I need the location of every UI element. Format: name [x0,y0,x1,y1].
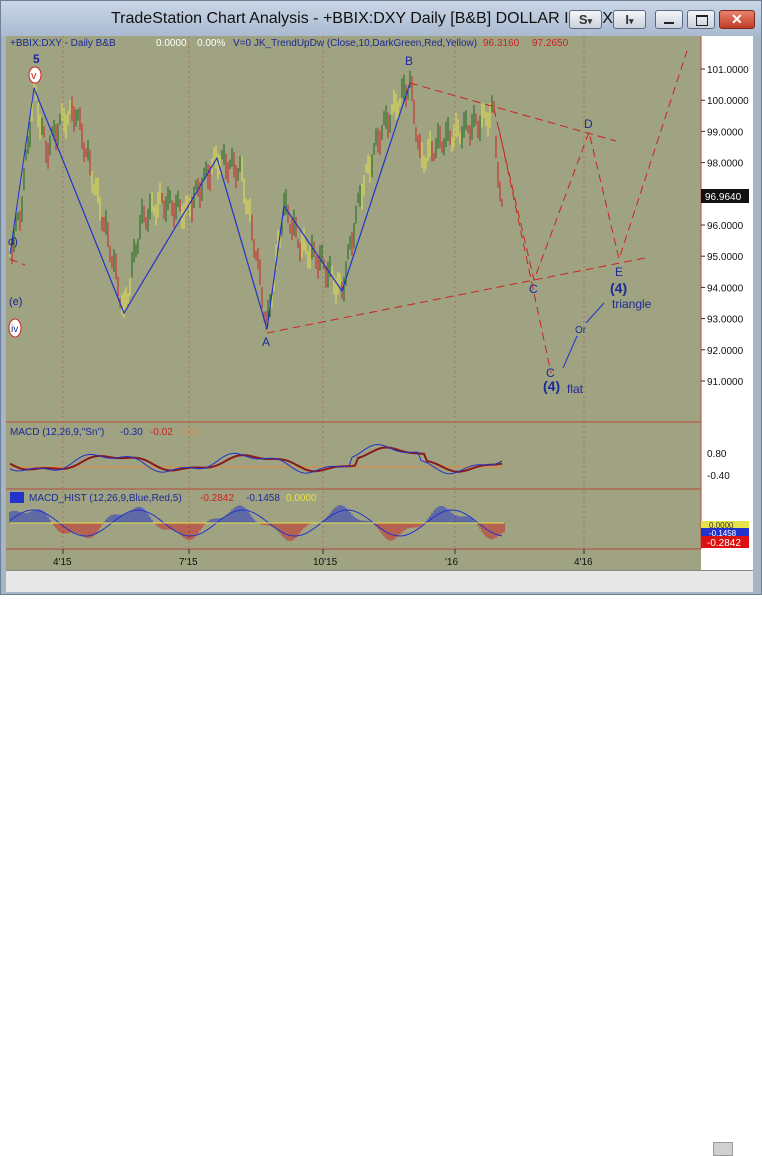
wave-line [9,87,35,255]
time-axis-label: '16 [445,557,458,568]
time-axis-label: 10'15 [313,557,338,568]
price-scale-label: 92.0000 [707,346,744,357]
wave-line [33,82,411,330]
wave-label-iv: iv [11,324,18,335]
wave-label-d-left: d) [8,236,18,248]
hist-header-name: MACD_HIST (12,26,9,Blue,Red,5) [29,493,182,504]
macd-lines [9,444,504,475]
wave-label-v: v [31,70,37,82]
price-scale-label: 91.0000 [707,377,744,388]
hist-header-v2: -0.1458 [246,493,280,504]
time-axis: 4'15 7'15 10'15 '16 4'16 [53,549,593,568]
macd-header-name: MACD (12,26,9,"Sn") [10,427,104,438]
chart-window: TradeStation Chart Analysis - +BBIX:DXY … [0,0,762,1156]
price-header-value1: 96.3160 [483,38,520,49]
wave-label-5: 5 [33,52,40,66]
gridlines [62,36,585,549]
wave-label-4-triangle: (4) [610,280,627,296]
wave-label-c-mid: C [529,282,538,296]
flat-label: flat [567,382,584,396]
time-axis-label: 4'15 [53,557,72,568]
macd-header-v1: -0.30 [120,427,143,438]
wave-label-e-paren: (e) [9,296,22,308]
time-axis-label: 7'15 [179,557,198,568]
price-scale-label: 93.0000 [707,315,744,326]
wave-label-e: E [615,265,623,279]
wave-label-4-flat: (4) [543,378,560,394]
or-label: Or [575,325,587,336]
scrollbar-thumb[interactable] [713,1142,733,1156]
wave-label-d: D [584,117,593,131]
price-scale-label: 96.0000 [707,221,744,232]
macd-header-v2: -0.02 [150,427,173,438]
price-scale-label: 101.0000 [707,65,749,76]
price-scale-labels: 101.0000100.000099.000098.000097.000096.… [701,65,749,388]
wave-label-a: A [262,335,270,349]
horizontal-scrollbar[interactable] [6,570,753,1156]
price-header-change: 0.0000 [156,38,187,49]
hist-value-hist: -0.2842 [707,538,741,549]
macd-line [9,444,503,475]
price-scale-label: 95.0000 [707,252,744,263]
hist-color-swatch [10,492,24,503]
price-header-indicator: V=0 JK_TrendUpDw (Close,10,DarkGreen,Red… [233,38,477,49]
macd-scale-high: 0.80 [707,449,727,460]
price-scale-label: 98.0000 [707,159,744,170]
hist-header-v3: 0.0000 [286,493,317,504]
chart-canvas[interactable]: 5 v B A C C D E (4) triangle Or (4) flat… [1,1,762,596]
price-header-value2: 97.2650 [532,38,569,49]
macd-signal-line [9,446,503,473]
triangle-label: triangle [612,297,652,311]
or-pointer-line [585,302,605,324]
price-scale-label: 100.0000 [707,96,749,107]
macd-scale-low: -0.40 [707,471,730,482]
price-scale-label: 94.0000 [707,283,744,294]
time-axis-label: 4'16 [574,557,593,568]
price-scale-label: 99.0000 [707,127,744,138]
wave-label-b: B [405,54,413,68]
macd-header-v3: 0.00 [181,427,201,438]
price-header-symbol: +BBIX:DXY - Daily B&B [10,38,116,49]
or-pointer-line [562,335,578,369]
macd-histogram [9,505,505,541]
price-header-pct: 0.00% [197,38,225,49]
last-price-label: 96.9640 [705,192,742,203]
hist-header-v1: -0.2842 [200,493,234,504]
